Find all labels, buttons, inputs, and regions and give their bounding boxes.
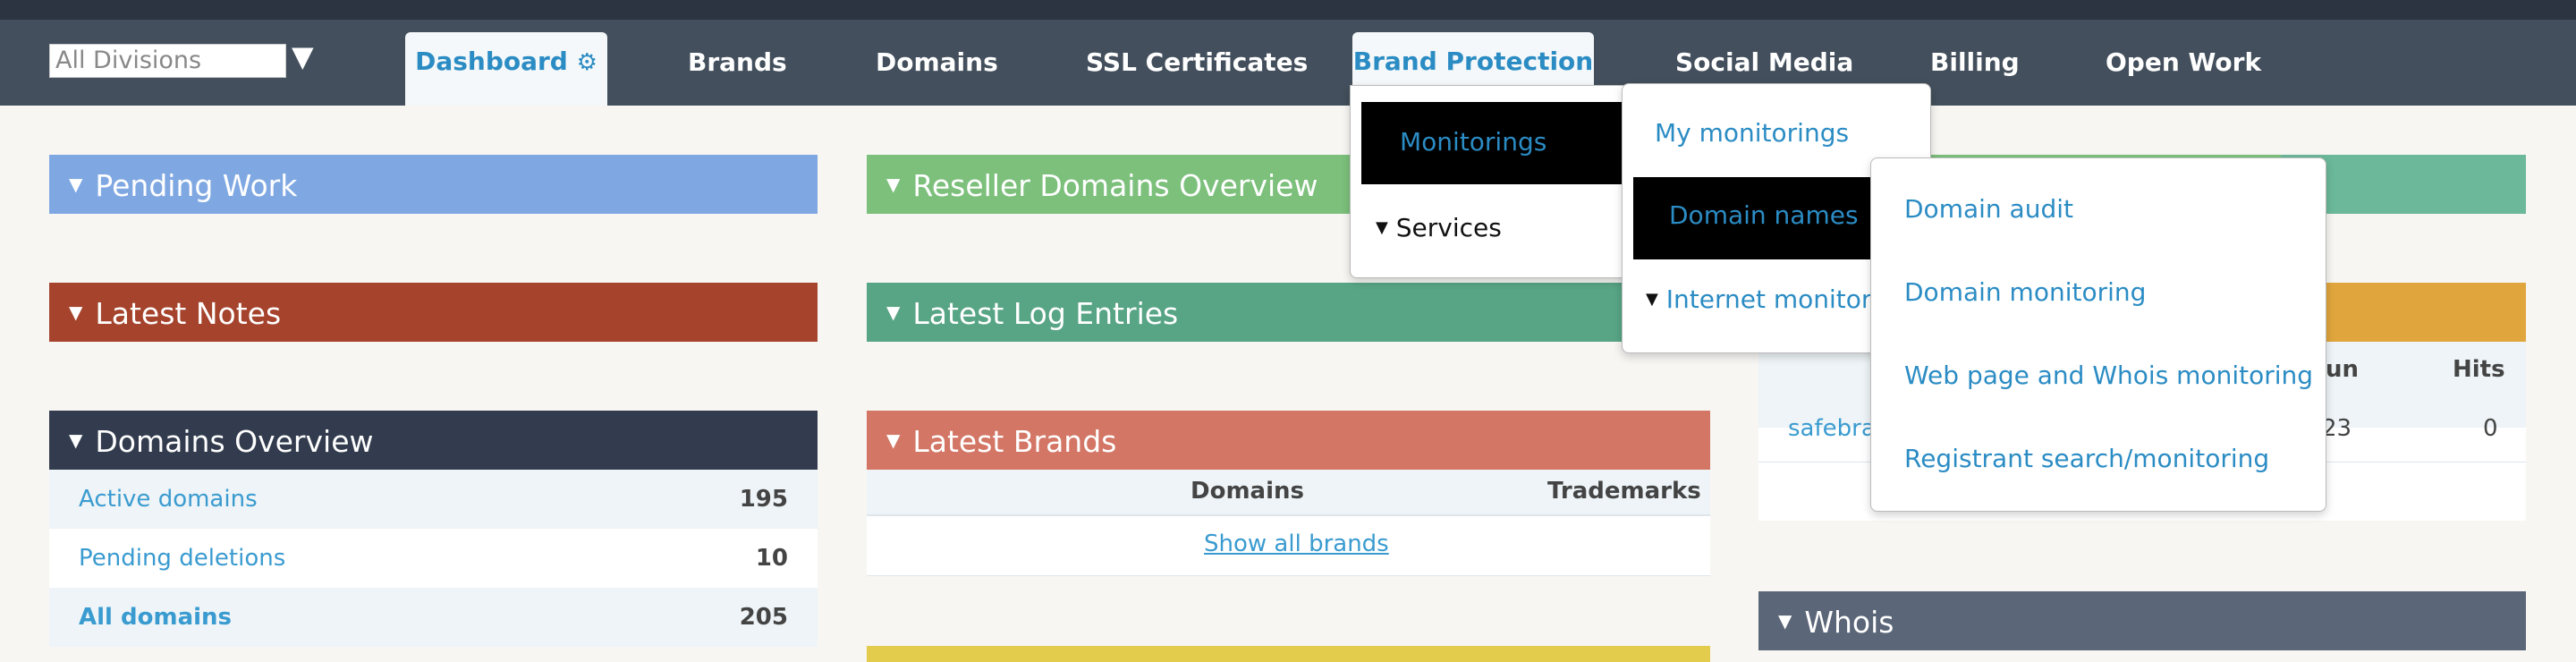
collapse-triangle-icon: ▼	[69, 429, 83, 451]
menu-item-services-label: Services	[1395, 213, 1502, 242]
all-domains-link[interactable]: All domains	[79, 588, 232, 647]
panel-title: Latest Notes	[95, 296, 282, 331]
menu-item-monitorings[interactable]: Monitorings	[1361, 102, 1626, 184]
active-domains-link[interactable]: Active domains	[79, 470, 258, 529]
latest-brands-footer: Show all brands	[867, 516, 1710, 576]
tab-domains[interactable]: Domains	[876, 20, 998, 106]
menu-item-monitorings-label: Monitorings	[1400, 127, 1547, 157]
active-domains-count: 195	[739, 486, 788, 513]
panel-latest-notes-header[interactable]: ▼ Latest Notes	[49, 283, 818, 342]
collapse-triangle-icon: ▼	[886, 429, 901, 451]
pending-deletions-count: 10	[755, 545, 788, 572]
submenu-triangle-icon: ▼	[1646, 290, 1658, 309]
column-header-trademarks: Trademarks	[1547, 478, 1701, 505]
panel-title: Latest Brands	[912, 424, 1117, 459]
division-select[interactable]: All Divisions	[49, 44, 286, 78]
panel-yellow-header	[867, 646, 1710, 662]
top-strip	[0, 0, 2576, 20]
submenu-triangle-icon: ▼	[1376, 218, 1388, 237]
menu-item-internet-monitoring[interactable]: ▼ Internet monitori	[1646, 284, 1878, 314]
collapse-triangle-icon: ▼	[886, 301, 901, 323]
tab-brand-protection-label: Brand Protection	[1352, 47, 1594, 76]
tab-dashboard-label: Dashboard	[415, 47, 568, 76]
panel-title: Latest Log Entries	[912, 296, 1179, 331]
column-header-domains: Domains	[1191, 478, 1304, 505]
tab-brands[interactable]: Brands	[688, 20, 787, 106]
menu-item-domain-audit[interactable]: Domain audit	[1904, 194, 2073, 224]
pending-deletions-link[interactable]: Pending deletions	[79, 529, 285, 588]
menu-item-my-monitorings[interactable]: My monitorings	[1655, 118, 1849, 148]
menu-item-internet-monitoring-label: Internet monitori	[1665, 284, 1879, 314]
menu-item-web-whois-monitoring[interactable]: Web page and Whois monitoring	[1904, 361, 2313, 390]
tab-dashboard[interactable]: Dashboard ⚙	[405, 32, 607, 106]
table-row: Pending deletions 10	[49, 529, 818, 588]
panel-title: Reseller Domains Overview	[912, 168, 1318, 203]
panel-title: Pending Work	[95, 168, 298, 203]
menu-item-registrant-search[interactable]: Registrant search/monitoring	[1904, 444, 2269, 473]
panel-domains-overview-header[interactable]: ▼ Domains Overview	[49, 411, 818, 470]
tab-billing[interactable]: Billing	[1930, 20, 2020, 106]
panel-latest-brands-header[interactable]: ▼ Latest Brands	[867, 411, 1710, 470]
tab-open-work[interactable]: Open Work	[2106, 20, 2261, 106]
menu-item-services[interactable]: ▼ Services	[1376, 213, 1502, 242]
gear-icon: ⚙	[576, 49, 597, 76]
table-row: Active domains 195	[49, 470, 818, 529]
collapse-triangle-icon: ▼	[69, 174, 83, 195]
menu-item-domain-names-label: Domain names	[1669, 200, 1859, 230]
monitoring-name-link[interactable]: safebra	[1788, 415, 1876, 442]
panel-latest-log-header[interactable]: ▼ Latest Log Entries	[867, 283, 1710, 342]
monitoring-hits: 0	[2483, 415, 2498, 442]
panel-title: Whois	[1804, 605, 1894, 640]
collapse-triangle-icon: ▼	[69, 301, 83, 323]
panel-whois-header[interactable]: ▼ Whois	[1758, 591, 2526, 650]
panel-pending-work-header[interactable]: ▼ Pending Work	[49, 155, 818, 214]
show-all-brands-link[interactable]: Show all brands	[1204, 530, 1389, 557]
collapse-triangle-icon: ▼	[886, 174, 901, 195]
division-dropdown-arrow-icon[interactable]: ▼	[292, 39, 314, 73]
menu-item-domain-monitoring[interactable]: Domain monitoring	[1904, 277, 2146, 307]
column-header-hits: Hits	[2453, 356, 2505, 383]
tab-ssl-certificates[interactable]: SSL Certificates	[1086, 20, 1308, 106]
latest-brands-table-header: Domains Trademarks	[867, 470, 1710, 516]
panel-title: Domains Overview	[95, 424, 374, 459]
column-header-run: un	[2326, 356, 2360, 383]
collapse-triangle-icon: ▼	[1778, 610, 1792, 632]
table-row: All domains 205	[49, 588, 818, 647]
domain-names-submenu: Domain audit Domain monitoring Web page …	[1870, 157, 2326, 512]
brand-protection-menu: Monitorings ▼ Services	[1350, 85, 1636, 278]
all-domains-count: 205	[739, 604, 788, 631]
